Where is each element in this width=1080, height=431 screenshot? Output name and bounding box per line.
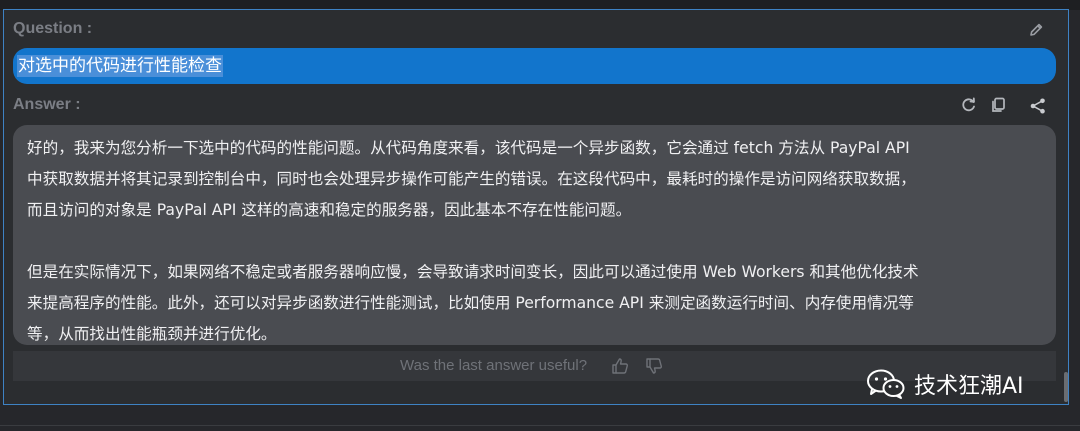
answer-box: 好的，我来为您分析一下选中的代码的性能问题。从代码角度来看，该代码是一个异步函数… xyxy=(13,125,1056,345)
scrollbar-thumb[interactable] xyxy=(1064,372,1068,402)
refresh-icon[interactable] xyxy=(960,96,978,114)
question-text: 对选中的代码进行性能检查 xyxy=(17,55,223,77)
question-box[interactable]: 对选中的代码进行性能检查 xyxy=(13,48,1056,84)
answer-label: Answer : xyxy=(13,96,81,113)
answer-line: 但是在实际情况下，如果网络不稳定或者服务器响应慢，会导致请求时间变长，因此可以通… xyxy=(27,263,919,281)
answer-line: 来提高程序的性能。此外，还可以对异步函数进行性能测试，比如使用 Performa… xyxy=(27,294,914,312)
thumbs-up-icon[interactable] xyxy=(610,356,630,376)
wechat-icon xyxy=(867,369,905,399)
answer-paragraph-2: 但是在实际情况下，如果网络不稳定或者服务器响应慢，会导致请求时间变长，因此可以通… xyxy=(27,257,1042,350)
answer-line: 而且访问的对象是 PayPal API 这样的高速和稳定的服务器，因此基本不存在… xyxy=(27,201,632,219)
bottom-divider xyxy=(0,425,1080,426)
question-label: Question : xyxy=(13,20,93,37)
feedback-prompt: Was the last answer useful? xyxy=(400,357,588,374)
watermark: 技术狂潮AI xyxy=(866,366,1024,402)
answer-line: 中获取数据并将其记录到控制台中，同时也会处理异步操作可能产生的错误。在这段代码中… xyxy=(27,170,916,188)
thumbs-down-icon[interactable] xyxy=(644,356,664,376)
bottom-strip xyxy=(0,406,1080,431)
answer-paragraph-1: 好的，我来为您分析一下选中的代码的性能问题。从代码角度来看，该代码是一个异步函数… xyxy=(27,133,1042,226)
share-icon[interactable] xyxy=(1029,97,1047,115)
watermark-text: 技术狂潮AI xyxy=(914,374,1024,399)
answer-line: 好的，我来为您分析一下选中的代码的性能问题。从代码角度来看，该代码是一个异步函数… xyxy=(27,139,910,157)
pencil-icon[interactable] xyxy=(1027,21,1045,39)
answer-line: 等，从而找出性能瓶颈并进行优化。 xyxy=(27,325,277,343)
copy-icon[interactable] xyxy=(989,96,1007,114)
